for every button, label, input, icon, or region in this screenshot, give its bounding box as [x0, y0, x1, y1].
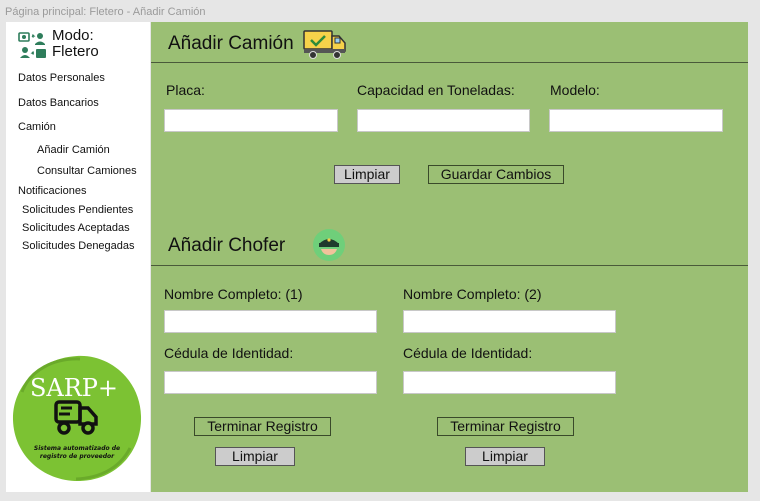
driver1-id-input[interactable]	[164, 371, 377, 394]
driver2-finish-button[interactable]: Terminar Registro	[437, 417, 574, 436]
driver2-name-input[interactable]	[403, 310, 616, 333]
sidebar-item-solicitudes-pendientes[interactable]: Solicitudes Pendientes	[22, 204, 133, 216]
logo-title: SARP+	[30, 374, 118, 402]
sidebar-item-datos-bancarios[interactable]: Datos Bancarios	[18, 97, 99, 109]
capacidad-input[interactable]	[357, 109, 530, 132]
sidebar-item-solicitudes-denegadas[interactable]: Solicitudes Denegadas	[22, 240, 135, 252]
sidebar-item-solicitudes-aceptadas[interactable]: Solicitudes Aceptadas	[22, 222, 130, 234]
people-exchange-icon	[18, 32, 46, 58]
sarp-logo: SARP+ Sistema automatizado de registro d…	[12, 355, 142, 482]
truck-clear-button[interactable]: Limpiar	[334, 165, 400, 184]
logo-tagline-1: Sistema automatizado de	[34, 445, 120, 452]
brand-line1: Modo:	[52, 27, 94, 44]
modelo-label: Modelo:	[550, 82, 600, 98]
sidebar-item-consultar-camiones[interactable]: Consultar Camiones	[37, 165, 137, 177]
brand-title: Modo: Fletero	[52, 28, 162, 60]
placa-input[interactable]	[164, 109, 338, 132]
truck-section-title: Añadir Camión	[168, 33, 294, 54]
driver2-name-label: Nombre Completo: (2)	[403, 286, 542, 302]
sidebar-item-anadir-camion[interactable]: Añadir Camión	[37, 144, 110, 156]
save-changes-button[interactable]: Guardar Cambios	[428, 165, 564, 184]
sidebar-item-datos-personales[interactable]: Datos Personales	[18, 72, 105, 84]
capacidad-label: Capacidad en Toneladas:	[357, 82, 515, 98]
driver2-id-input[interactable]	[403, 371, 616, 394]
driver1-name-input[interactable]	[164, 310, 377, 333]
placa-label: Placa:	[166, 82, 205, 98]
brand-line2: Fletero	[52, 43, 99, 60]
driver2-clear-button[interactable]: Limpiar	[465, 447, 545, 466]
driver-cap-icon	[313, 229, 345, 261]
driver1-name-label: Nombre Completo: (1)	[164, 286, 303, 302]
driver1-finish-button[interactable]: Terminar Registro	[194, 417, 331, 436]
main-panel: Añadir Camión Placa: Capacidad en Tonela…	[151, 22, 748, 492]
modelo-input[interactable]	[549, 109, 723, 132]
truck-check-icon	[303, 30, 346, 59]
driver2-id-label: Cédula de Identidad:	[403, 345, 533, 361]
driver-section-divider	[151, 265, 748, 266]
sidebar: Modo: Fletero Datos Personales Datos Ban…	[6, 22, 150, 492]
sidebar-item-notificaciones[interactable]: Notificaciones	[18, 185, 86, 197]
sidebar-item-camion[interactable]: Camión	[18, 121, 56, 133]
page-title: Página principal: Fletero - Añadir Camió…	[5, 6, 206, 18]
logo-tagline-2: registro de proveedor	[40, 453, 115, 460]
driver1-id-label: Cédula de Identidad:	[164, 345, 294, 361]
driver-section-title: Añadir Chofer	[168, 235, 286, 256]
driver1-clear-button[interactable]: Limpiar	[215, 447, 295, 466]
truck-section-divider	[151, 62, 748, 63]
